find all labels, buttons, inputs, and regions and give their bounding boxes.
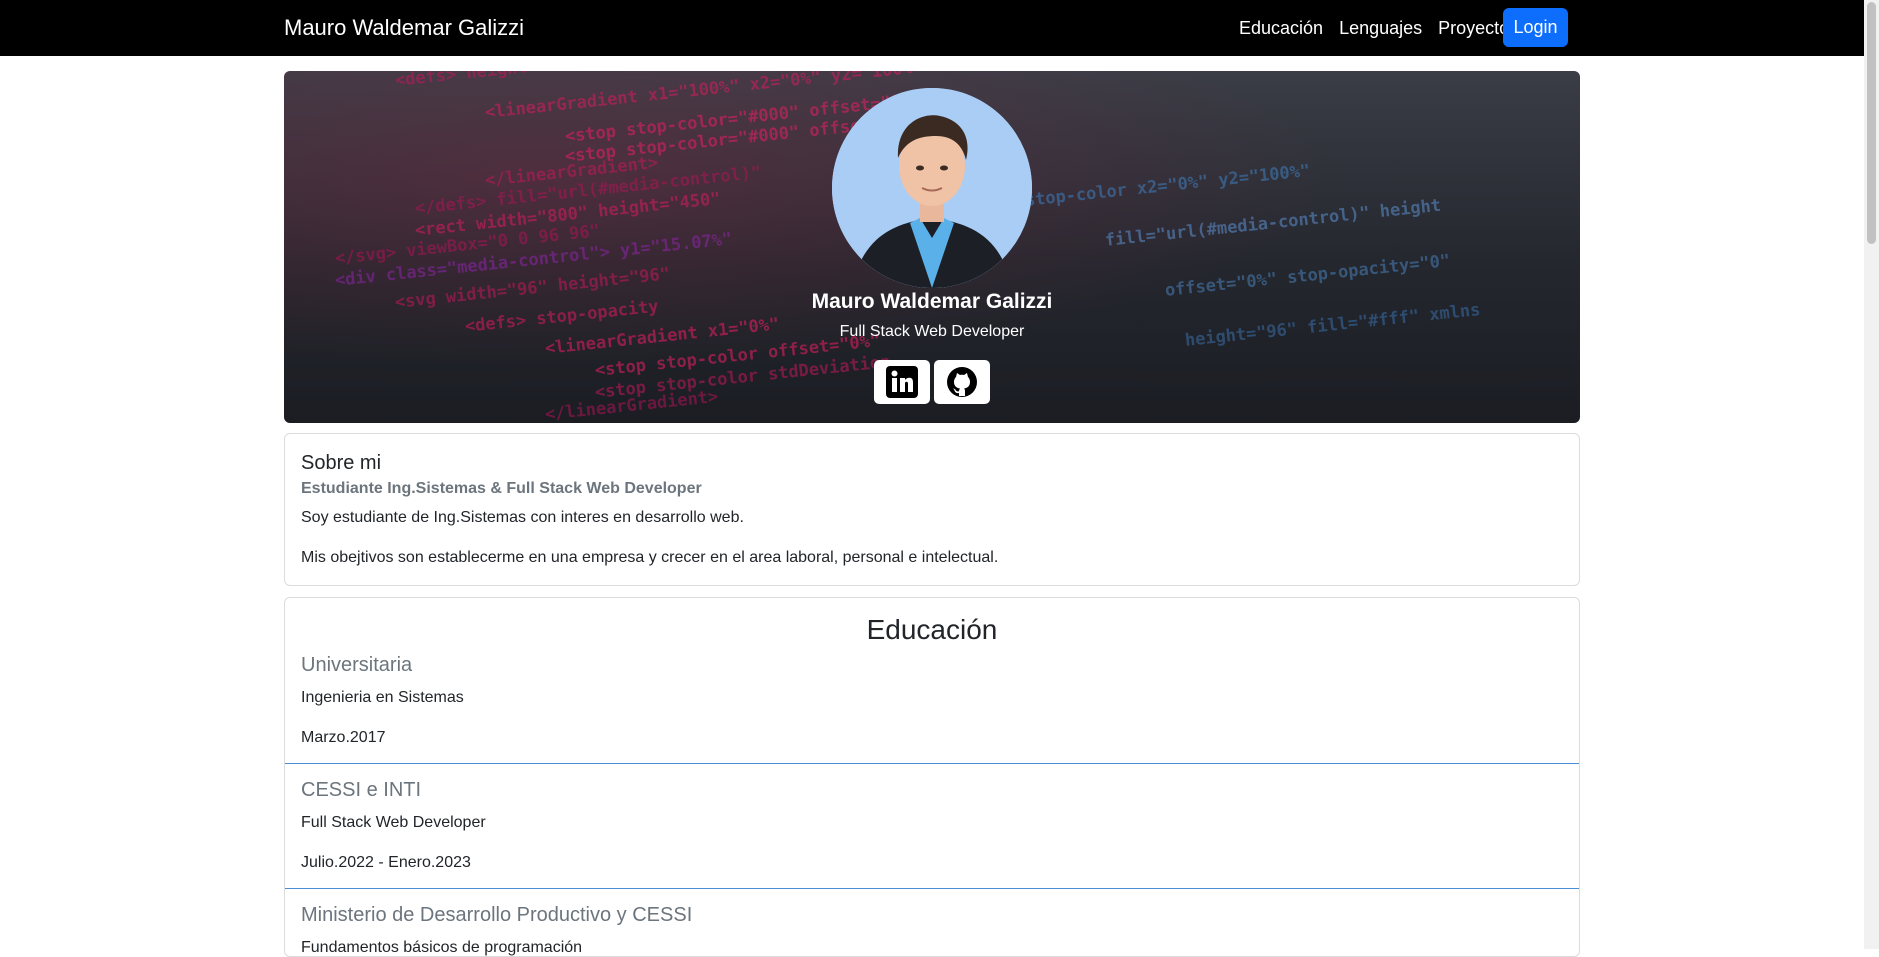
- education-item-desc: Full Stack Web Developer: [301, 814, 486, 831]
- profile-avatar: [832, 88, 1032, 288]
- about-card: Sobre mi Estudiante Ing.Sistemas & Full …: [284, 433, 1580, 586]
- github-button[interactable]: [934, 360, 990, 404]
- hero-role: Full Stack Web Developer: [839, 323, 1025, 340]
- education-divider: [285, 763, 1579, 764]
- scrollbar-thumb[interactable]: [1867, 2, 1876, 244]
- page-scrollbar[interactable]: [1864, 0, 1879, 949]
- education-item-desc: Fundamentos básicos de programación: [301, 939, 583, 956]
- nav-link-educacion[interactable]: Educación: [1239, 17, 1323, 39]
- nav-links: Educación Lenguajes Proyectos: [1239, 17, 1534, 39]
- linkedin-icon: [886, 366, 918, 398]
- education-item-title: CESSI e INTI: [301, 779, 422, 801]
- education-item-desc: Ingenieria en Sistemas: [301, 689, 464, 706]
- navbar-brand[interactable]: Mauro Waldemar Galizzi: [284, 15, 524, 41]
- about-text-2: Mis obejtivos son establecerme en una em…: [301, 549, 999, 566]
- login-button[interactable]: Login: [1503, 8, 1568, 47]
- education-divider: [285, 888, 1579, 889]
- education-heading: Educación: [866, 614, 998, 645]
- about-subtitle: Estudiante Ing.Sistemas & Full Stack Web…: [301, 480, 702, 497]
- profile-photo: [832, 88, 1032, 288]
- education-item-title: Ministerio de Desarrollo Productivo y CE…: [301, 904, 693, 926]
- education-item-period: Julio.2022 - Enero.2023: [301, 854, 471, 871]
- navbar: Mauro Waldemar Galizzi Educación Lenguaj…: [0, 0, 1864, 56]
- linkedin-button[interactable]: [874, 360, 930, 404]
- github-icon: [947, 367, 977, 397]
- about-text-1: Soy estudiante de Ing.Sistemas con inter…: [301, 509, 744, 526]
- hero-banner: <defs> height="450" viewBox="0 0 800 450…: [284, 71, 1580, 423]
- nav-link-lenguajes[interactable]: Lenguajes: [1339, 17, 1422, 39]
- education-card: Educación Universitaria Ingenieria en Si…: [284, 597, 1580, 957]
- about-title: Sobre mi: [301, 452, 382, 474]
- education-item-period: Marzo.2017: [301, 729, 386, 746]
- hero-name: Mauro Waldemar Galizzi: [811, 290, 1053, 313]
- education-item-title: Universitaria: [301, 654, 413, 676]
